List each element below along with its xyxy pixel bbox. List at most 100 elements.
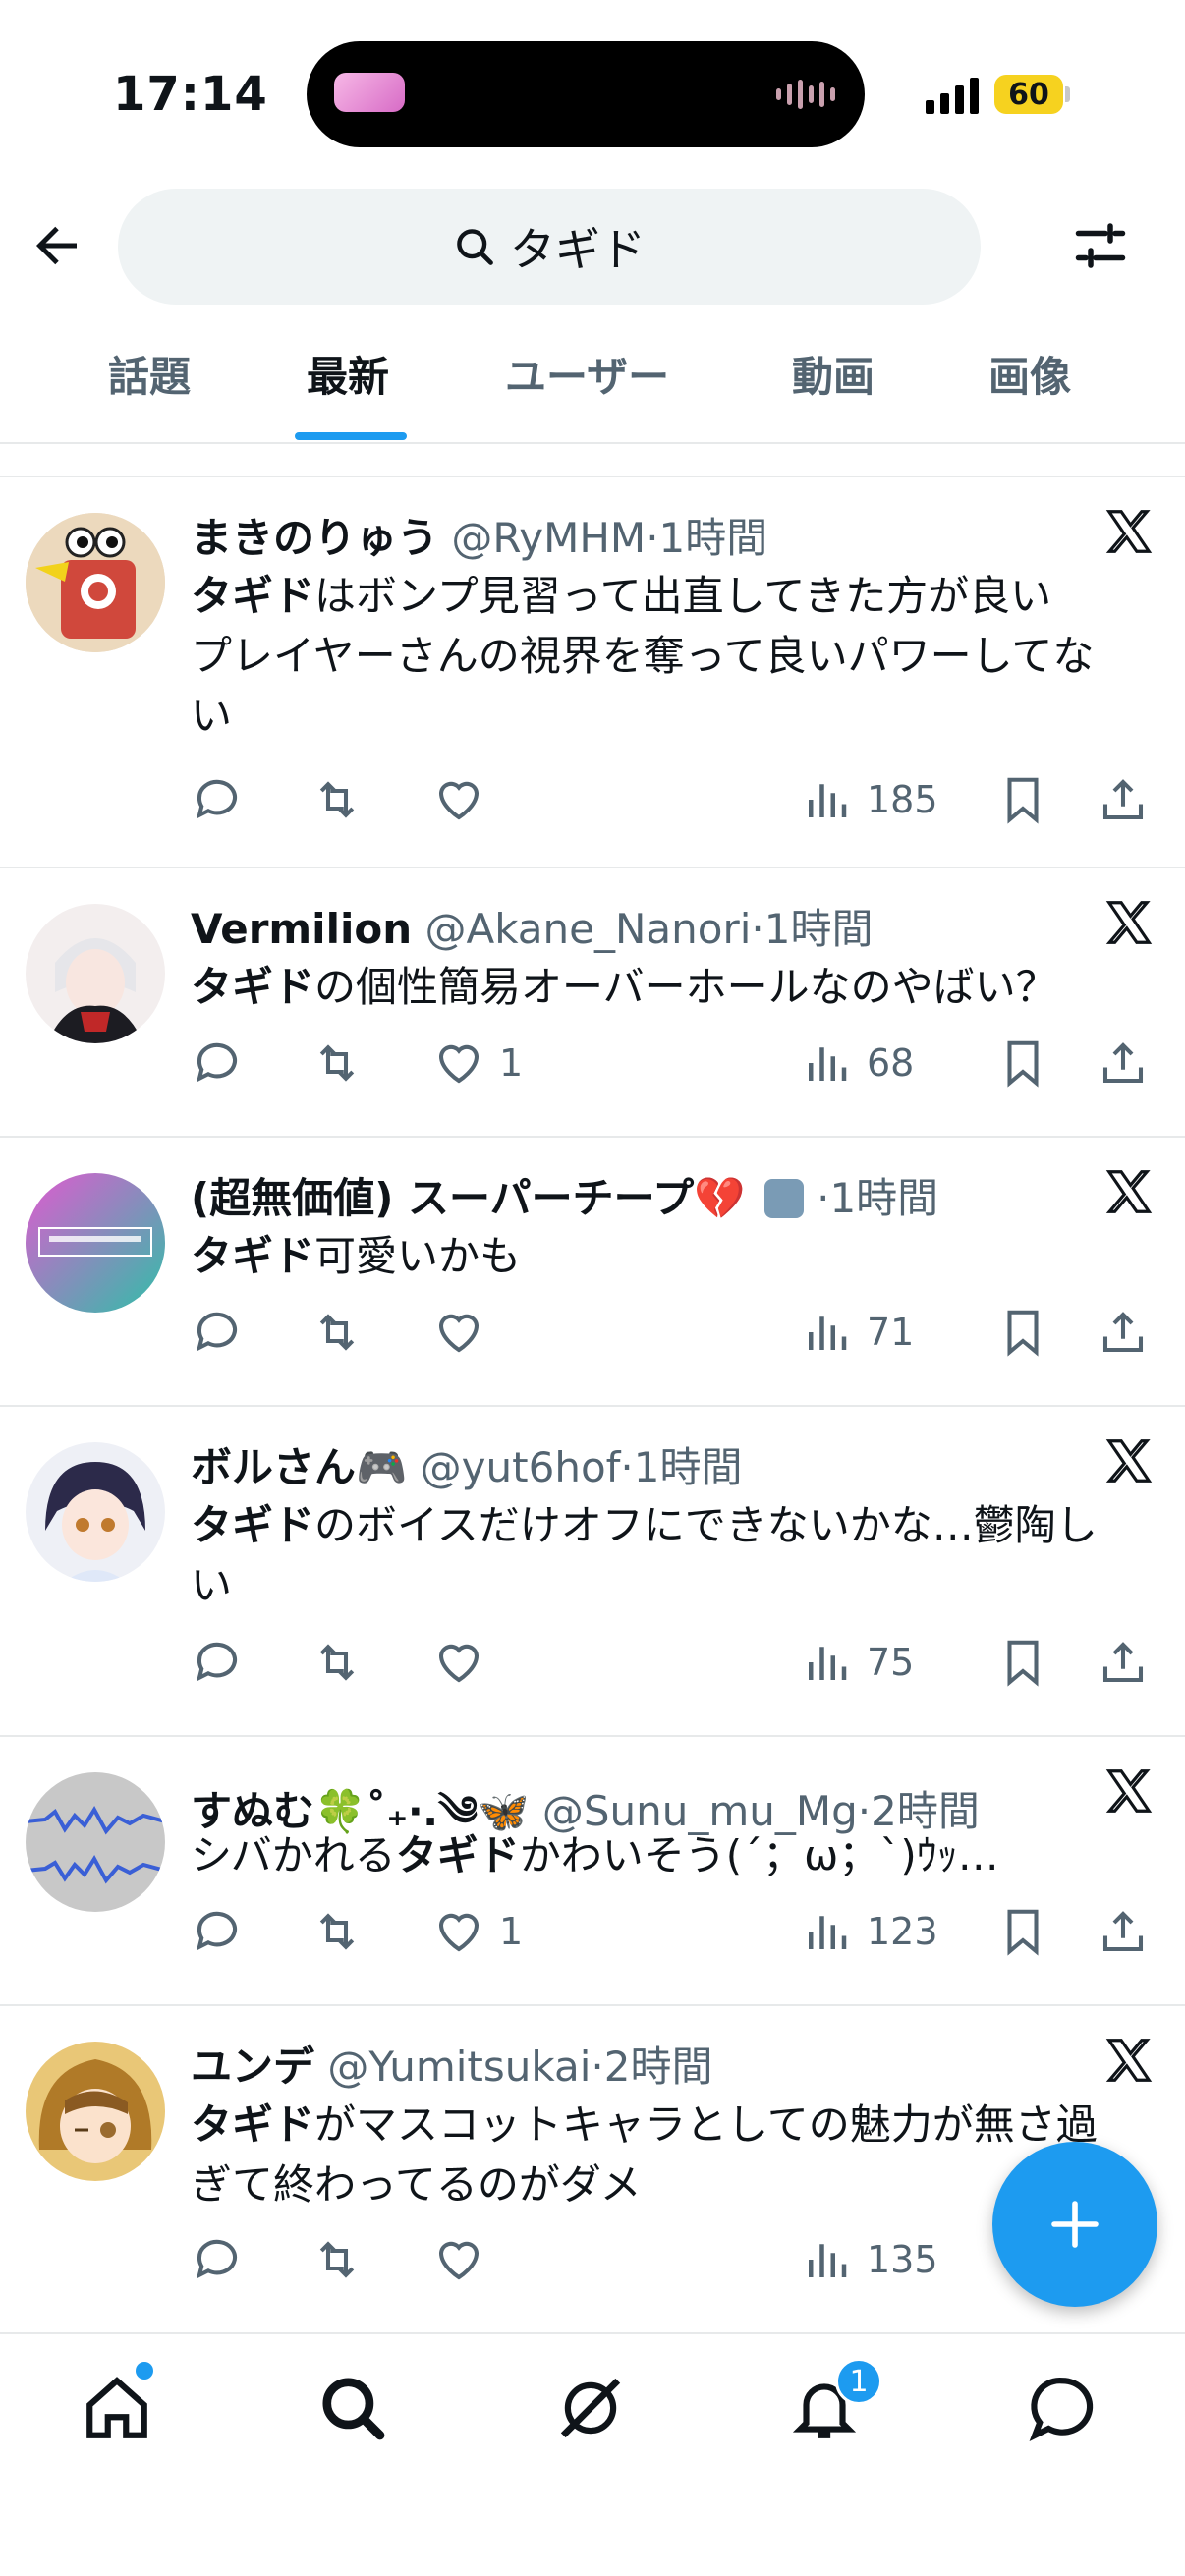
reply-button[interactable] bbox=[191, 1633, 244, 1692]
avatar[interactable] bbox=[26, 1173, 165, 1313]
like-button[interactable] bbox=[432, 770, 499, 829]
views-button[interactable]: 135 bbox=[800, 2230, 938, 2289]
views-button[interactable]: 123 bbox=[800, 1902, 938, 1961]
bottom-navigation: 1 bbox=[0, 2332, 1185, 2576]
share-button[interactable] bbox=[1097, 770, 1150, 829]
avatar[interactable] bbox=[26, 1772, 165, 1912]
user-handle[interactable]: @RyMHM bbox=[451, 514, 646, 562]
like-button[interactable]: 1 bbox=[432, 1034, 523, 1092]
avatar[interactable] bbox=[26, 1442, 165, 1582]
reply-button[interactable] bbox=[191, 770, 244, 829]
search-icon[interactable] bbox=[316, 2372, 389, 2444]
share-button[interactable] bbox=[1097, 1303, 1150, 1362]
views-chart-icon bbox=[809, 784, 847, 817]
display-name[interactable]: ボルさん🎮 bbox=[191, 1443, 407, 1491]
views-button[interactable]: 185 bbox=[800, 770, 938, 829]
back-arrow-icon[interactable] bbox=[28, 216, 86, 275]
post[interactable]: Vermilion @Akane_Nanori·1時間 タギドの個性簡易オーバー… bbox=[0, 868, 1185, 1138]
post-header: Vermilion @Akane_Nanori·1時間 bbox=[191, 896, 1097, 956]
bookmark-button[interactable] bbox=[996, 1902, 1049, 1961]
post-text-part: の個性簡易オーバーホールなのやばい？ bbox=[314, 963, 1057, 1011]
post-actions: 1 68 bbox=[191, 1034, 1163, 1092]
post-time: ·2時間 bbox=[591, 2043, 713, 2091]
home-icon[interactable] bbox=[81, 2372, 153, 2444]
post[interactable]: まきのりゅう @RyMHM·1時間 タギドはボンプ見習って出直してきた方が良いプ… bbox=[0, 477, 1185, 868]
heart-icon bbox=[438, 1044, 480, 1084]
bookmark-button[interactable] bbox=[996, 1633, 1049, 1692]
tab-videos[interactable]: 動画 bbox=[792, 344, 875, 404]
bookmark-button[interactable] bbox=[996, 1034, 1049, 1092]
views-button[interactable]: 68 bbox=[800, 1034, 914, 1092]
x-logo-icon bbox=[1105, 1769, 1153, 1813]
search-header: タギド bbox=[0, 187, 1185, 305]
share-button[interactable] bbox=[1097, 1902, 1150, 1961]
like-button[interactable]: 1 bbox=[432, 1902, 523, 1961]
keyword-highlight: タギド bbox=[191, 963, 315, 1011]
display-name[interactable]: (超無価値) スーパーチープ💔 bbox=[191, 1174, 745, 1222]
repost-button[interactable] bbox=[310, 2230, 364, 2289]
user-handle[interactable]: @Yumitsukai bbox=[327, 2043, 591, 2091]
share-button[interactable] bbox=[1097, 1633, 1150, 1692]
tab-people[interactable]: ユーザー bbox=[505, 344, 669, 404]
tab-images[interactable]: 画像 bbox=[988, 344, 1071, 404]
share-button[interactable] bbox=[1097, 1034, 1150, 1092]
reply-icon bbox=[196, 779, 238, 819]
post-actions: 71 bbox=[191, 1303, 1163, 1362]
post-text-part: プレイヤーさんの視界を奪って良いパワーしてない bbox=[191, 632, 1095, 740]
post[interactable]: すぬむ🍀˚₊‧.༄🦋 @Sunu_mu_Mg·2時間 シバかれるタギドかわいそう… bbox=[0, 1737, 1185, 2006]
display-name[interactable]: まきのりゅう bbox=[191, 514, 438, 562]
reply-button[interactable] bbox=[191, 1034, 244, 1092]
views-button[interactable]: 71 bbox=[800, 1303, 914, 1362]
bookmark-icon bbox=[1007, 777, 1039, 824]
avatar[interactable] bbox=[26, 904, 165, 1043]
reply-button[interactable] bbox=[191, 1902, 244, 1961]
user-handle[interactable]: @Akane_Nanori bbox=[424, 905, 751, 953]
heart-icon bbox=[438, 1314, 480, 1353]
views-chart-icon bbox=[809, 1916, 847, 1949]
views-button[interactable]: 75 bbox=[800, 1633, 914, 1692]
bookmark-button[interactable] bbox=[996, 770, 1049, 829]
tab-latest[interactable]: 最新 bbox=[307, 344, 389, 404]
display-name[interactable]: Vermilion bbox=[191, 905, 412, 953]
post[interactable]: ボルさん🎮 @yut6hof·1時間 タギドのボイスだけオフにできないかな…鬱陶… bbox=[0, 1407, 1185, 1737]
view-count: 75 bbox=[867, 1641, 915, 1684]
views-chart-icon bbox=[809, 1047, 847, 1081]
heart-icon bbox=[438, 781, 480, 820]
repost-button[interactable] bbox=[310, 1034, 364, 1092]
post[interactable]: ユンデ @Yumitsukai·2時間 タギドがマスコットキャラとしての魅力が無… bbox=[0, 2006, 1185, 2334]
x-logo-icon bbox=[1105, 1439, 1153, 1483]
post[interactable]: (超無価値) スーパーチープ💔 ·1時間 タギド可愛いかも 71 bbox=[0, 1138, 1185, 1407]
search-filter-icon[interactable] bbox=[1071, 216, 1130, 275]
messages-icon[interactable] bbox=[1026, 2372, 1099, 2444]
like-button[interactable] bbox=[432, 1303, 499, 1362]
like-button[interactable] bbox=[432, 2230, 499, 2289]
tab-top[interactable]: 話題 bbox=[108, 344, 191, 404]
post-text: タギドの個性簡易オーバーホールなのやばい？ bbox=[191, 957, 1134, 1017]
post-text-part: はボンプ見習って出直してきた方が良い bbox=[314, 572, 1052, 620]
display-name[interactable]: ユンデ bbox=[191, 2043, 314, 2091]
post-text: タギドのボイスだけオフにできないかな…鬱陶しい bbox=[191, 1495, 1134, 1615]
repost-button[interactable] bbox=[310, 1633, 364, 1692]
grok-icon[interactable] bbox=[554, 2372, 627, 2444]
bookmark-icon bbox=[1007, 1640, 1039, 1687]
repost-button[interactable] bbox=[310, 770, 364, 829]
bookmark-icon bbox=[1007, 1310, 1039, 1357]
compose-post-button[interactable] bbox=[992, 2142, 1157, 2307]
post-text-part: 可愛いかも bbox=[314, 1232, 522, 1280]
search-icon bbox=[457, 229, 493, 265]
bookmark-icon bbox=[1007, 1909, 1039, 1956]
user-handle[interactable]: @yut6hof bbox=[421, 1443, 621, 1491]
search-input[interactable]: タギド bbox=[118, 189, 981, 305]
avatar[interactable] bbox=[26, 513, 165, 652]
bookmark-button[interactable] bbox=[996, 1303, 1049, 1362]
like-button[interactable] bbox=[432, 1633, 499, 1692]
repost-button[interactable] bbox=[310, 1902, 364, 1961]
view-count: 185 bbox=[867, 778, 938, 821]
repost-button[interactable] bbox=[310, 1303, 364, 1362]
post-text-part: のボイスだけオフにできないかな…鬱陶しい bbox=[191, 1501, 1098, 1609]
reply-button[interactable] bbox=[191, 1303, 244, 1362]
post-time: ·1時間 bbox=[646, 514, 768, 562]
avatar[interactable] bbox=[26, 2042, 165, 2181]
reply-icon bbox=[196, 1911, 238, 1951]
reply-button[interactable] bbox=[191, 2230, 244, 2289]
